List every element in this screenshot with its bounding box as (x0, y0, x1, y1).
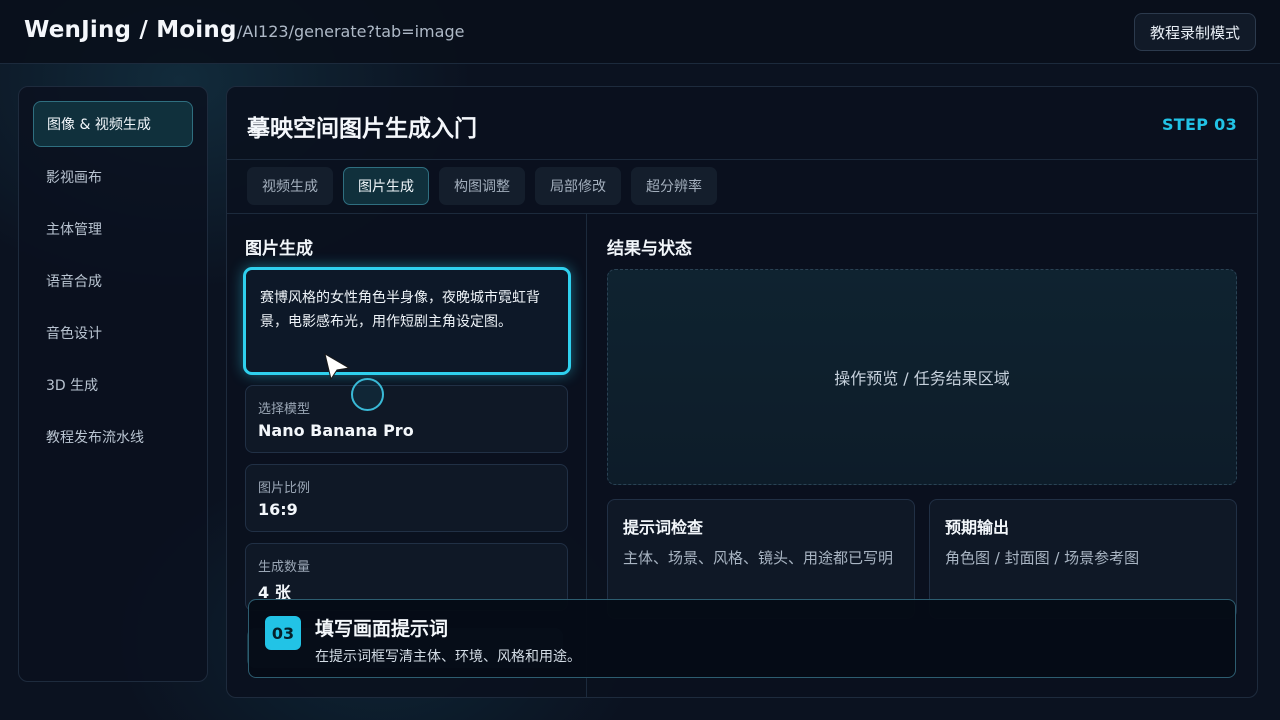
sidebar-item-voice-design[interactable]: 音色设计 (33, 310, 193, 356)
sidebar-item-pipeline[interactable]: 教程发布流水线 (33, 414, 193, 460)
step-indicator: STEP 03 (1161, 115, 1237, 134)
step-description: 在提示词框写清主体、环境、风格和用途。 (315, 649, 581, 665)
sidebar-item-image-video[interactable]: 图像 & 视频生成 (33, 101, 193, 147)
tab-composition[interactable]: 构图调整 (439, 167, 525, 205)
step-title: 填写画面提示词 (315, 618, 449, 640)
section-title-results: 结果与状态 (607, 239, 692, 259)
card-text: 主体、场景、风格、镜头、用途都已写明 (623, 549, 894, 567)
tab-video[interactable]: 视频生成 (247, 167, 333, 205)
field-label: 选择模型 (258, 402, 311, 417)
aspect-ratio-select[interactable]: 图片比例 16:9 (245, 464, 568, 532)
field-label: 生成数量 (258, 560, 311, 575)
field-value: 16:9 (258, 500, 298, 519)
tutorial-step-overlay: 03 填写画面提示词 在提示词框写清主体、环境、风格和用途。 (248, 599, 1236, 678)
preview-placeholder: 操作预览 / 任务结果区域 (834, 369, 1010, 388)
sidebar-item-subject[interactable]: 主体管理 (33, 206, 193, 252)
tutorial-record-mode-button[interactable]: 教程录制模式 (1134, 13, 1256, 51)
card-title: 提示词检查 (623, 518, 704, 537)
section-title-image-gen: 图片生成 (245, 239, 313, 259)
prompt-textarea[interactable]: 赛博风格的女性角色半身像，夜晚城市霓虹背景，电影感布光，用作短剧主角设定图。 (243, 267, 571, 375)
page-title: 摹映空间图片生成入门 (247, 116, 477, 142)
result-preview-area: 操作预览 / 任务结果区域 (607, 269, 1237, 485)
divider (227, 159, 1257, 160)
top-bar: WenJing / Moing /AI123/generate?tab=imag… (0, 0, 1280, 64)
sidebar: 图像 & 视频生成 影视画布 主体管理 语音合成 音色设计 3D 生成 教程发布… (18, 86, 208, 682)
sidebar-item-3d[interactable]: 3D 生成 (33, 362, 193, 408)
field-label: 图片比例 (258, 481, 311, 496)
url-path: /AI123/generate?tab=image (237, 22, 465, 41)
divider (227, 213, 1257, 214)
click-indicator-icon (351, 378, 384, 411)
sidebar-item-tts[interactable]: 语音合成 (33, 258, 193, 304)
brand-logo[interactable]: WenJing / Moing (24, 17, 237, 43)
model-select[interactable]: 选择模型 Nano Banana Pro (245, 385, 568, 453)
mouse-cursor-icon (324, 352, 351, 381)
tab-bar: 视频生成 图片生成 构图调整 局部修改 超分辨率 (247, 167, 717, 207)
card-text: 角色图 / 封面图 / 场景参考图 (945, 549, 1140, 567)
step-badge: 03 (265, 616, 301, 650)
field-value: Nano Banana Pro (258, 421, 414, 440)
tab-upscale[interactable]: 超分辨率 (631, 167, 717, 205)
tab-image[interactable]: 图片生成 (343, 167, 429, 205)
card-title: 预期输出 (945, 518, 1010, 537)
tab-inpaint[interactable]: 局部修改 (535, 167, 621, 205)
sidebar-item-canvas[interactable]: 影视画布 (33, 154, 193, 200)
